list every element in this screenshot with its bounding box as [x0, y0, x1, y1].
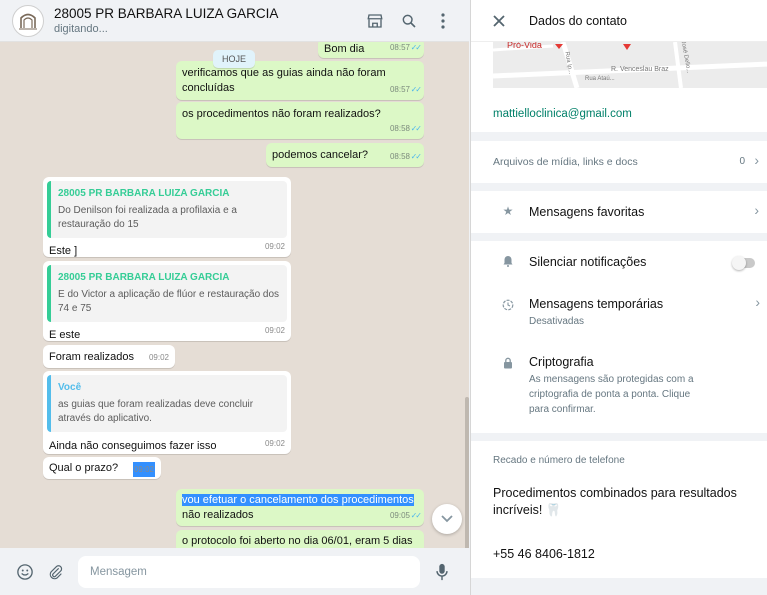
attach-icon[interactable] [42, 559, 68, 585]
favorites-label: Mensagens favoritas [529, 205, 645, 219]
emoji-icon[interactable] [12, 559, 38, 585]
chevron-right-icon: › [755, 294, 760, 310]
store-icon[interactable] [359, 5, 391, 37]
disappearing-status: Desativadas [529, 316, 585, 327]
read-ticks-icon: ✓✓ [410, 124, 422, 133]
message-incoming[interactable]: 28005 PR BARBARA LUIZA GARCIA Do Denilso… [43, 177, 291, 257]
quoted-author: 28005 PR BARBARA LUIZA GARCIA [58, 272, 230, 283]
contact-info-title: Dados do contato [529, 13, 627, 28]
mic-icon[interactable] [429, 559, 455, 585]
read-ticks-icon: ✓✓ [410, 511, 422, 520]
contact-header-text[interactable]: 28005 PR BARBARA LUIZA GARCIA digitando.… [54, 6, 359, 35]
contact-email[interactable]: mattielloclinica@gmail.com [493, 108, 632, 120]
menu-icon[interactable] [427, 5, 459, 37]
contact-status: digitando... [54, 23, 108, 35]
timer-icon [501, 299, 515, 314]
disappearing-row[interactable]: Mensagens temporárias Desativadas › [471, 287, 767, 335]
message-incoming[interactable]: 28005 PR BARBARA LUIZA GARCIA E do Victo… [43, 261, 291, 341]
about-label: Recado e número de telefone [493, 455, 625, 466]
location-map[interactable]: Pró-Vida Rua Ip... R. Venceslau Braz Rua… [493, 42, 767, 88]
message-input[interactable] [78, 555, 420, 588]
message-outgoing[interactable]: vou efetuar o cancelamento dos procedime… [176, 489, 424, 526]
disappearing-label: Mensagens temporárias [529, 297, 664, 311]
date-chip: HOJE [213, 50, 256, 68]
scrollbar-thumb[interactable] [465, 397, 469, 548]
message-time: 09:02 [264, 326, 285, 335]
read-ticks-icon: ✓✓ [410, 152, 422, 161]
message-outgoing[interactable]: verificamos que as guias ainda não foram… [176, 61, 424, 100]
map-label: Rua Ataú... [585, 76, 615, 82]
about-text: Procedimentos combinados para resultados… [493, 486, 737, 517]
media-count: 0 [739, 156, 745, 167]
message-time: 09:05 [389, 511, 410, 520]
chevron-down-icon [441, 515, 453, 523]
quoted-message[interactable]: 28005 PR BARBARA LUIZA GARCIA Do Denilso… [47, 181, 287, 238]
quoted-text: E do Victor a aplicação de flúor e resta… [58, 289, 280, 314]
phone-number[interactable]: +55 46 8406-1812 [493, 547, 595, 561]
message-time: 09:02 [264, 439, 285, 448]
quoted-message[interactable]: 28005 PR BARBARA LUIZA GARCIA E do Victo… [47, 265, 287, 322]
close-button[interactable] [479, 1, 519, 41]
scroll-down-button[interactable] [432, 504, 462, 534]
about-card: Recado e número de telefone Procedimento… [471, 441, 767, 578]
media-label: Arquivos de mídia, links e docs [493, 156, 638, 168]
favorites-row[interactable]: ★ Mensagens favoritas › [471, 191, 767, 233]
quoted-author: Você [58, 382, 82, 393]
clinic-logo-icon [19, 13, 37, 29]
message-incoming[interactable]: Você as guias que foram realizadas deve … [43, 371, 291, 454]
contact-info-header: Dados do contato [471, 0, 767, 42]
bell-icon [501, 255, 515, 270]
chat-header[interactable]: 28005 PR BARBARA LUIZA GARCIA digitando.… [0, 0, 469, 42]
mute-label: Silenciar notificações [529, 255, 647, 269]
message-time: 08:58 [389, 152, 410, 161]
message-time: 09:02 [132, 462, 155, 477]
message-outgoing[interactable]: Bom dia 08:57 ✓✓ [318, 42, 424, 58]
read-ticks-icon: ✓✓ [410, 85, 422, 94]
avatar[interactable] [12, 4, 44, 37]
search-icon[interactable] [393, 5, 425, 37]
encryption-description: As mensagens são protegidas com a cripto… [529, 374, 694, 415]
contact-name: 28005 PR BARBARA LUIZA GARCIA [54, 6, 279, 21]
composer [0, 548, 469, 595]
message-time: 08:57 [389, 43, 410, 52]
quoted-message[interactable]: Você as guias que foram realizadas deve … [47, 375, 287, 432]
message-text: não realizados [182, 509, 254, 521]
toggle-knob [732, 256, 746, 270]
quoted-text: as guias que foram realizadas deve concl… [58, 399, 254, 424]
location-card: Pró-Vida Rua Ip... R. Venceslau Braz Rua… [471, 42, 767, 132]
chevron-right-icon: › [754, 152, 759, 168]
message-list[interactable]: HOJE Bom dia 08:57 ✓✓ verificamos que as… [0, 42, 469, 548]
encryption-row[interactable]: Criptografia As mensagens são protegidas… [471, 345, 767, 425]
mute-row[interactable]: Silenciar notificações [471, 241, 767, 285]
message-time: 08:58 [389, 124, 410, 133]
message-text: o protocolo foi aberto no dia 06/01, era… [182, 535, 413, 547]
chevron-right-icon: › [754, 202, 759, 218]
quoted-text: Do Denilson foi realizada a profilaxia e… [58, 205, 237, 230]
quoted-author: 28005 PR BARBARA LUIZA GARCIA [58, 188, 230, 199]
message-incoming[interactable]: Qual o prazo? 09:02 [43, 457, 161, 479]
message-incoming[interactable]: Foram realizados 09:02 [43, 345, 175, 368]
contact-info-pane: Dados do contato Pró-Vida Rua Ip... R. V… [470, 0, 767, 595]
message-text: os procedimentos não foram realizados? [182, 108, 381, 120]
read-ticks-icon: ✓✓ [410, 43, 422, 52]
message-outgoing[interactable]: o protocolo foi aberto no dia 06/01, era… [176, 530, 424, 548]
map-label: Pró-Vida [507, 42, 542, 50]
message-outgoing[interactable]: podemos cancelar? 08:58 ✓✓ [266, 143, 424, 167]
map-label: R. Venceslau Braz [611, 66, 669, 73]
mute-toggle[interactable] [732, 256, 755, 270]
close-icon [493, 14, 505, 27]
lock-icon [501, 357, 515, 372]
media-row[interactable]: Arquivos de mídia, links e docs 0 › [471, 141, 767, 183]
settings-card: Silenciar notificações Mensagens temporá… [471, 241, 767, 433]
message-outgoing[interactable]: os procedimentos não foram realizados? 0… [176, 102, 424, 139]
message-time: 09:02 [264, 242, 285, 251]
message-time: 09:02 [148, 353, 169, 362]
encryption-label: Criptografia [529, 355, 594, 369]
selected-text[interactable]: vou efetuar o cancelamento dos procedime… [182, 494, 414, 506]
chat-pane: 28005 PR BARBARA LUIZA GARCIA digitando.… [0, 0, 469, 595]
message-time: 08:57 [389, 85, 410, 94]
star-icon: ★ [502, 204, 514, 218]
